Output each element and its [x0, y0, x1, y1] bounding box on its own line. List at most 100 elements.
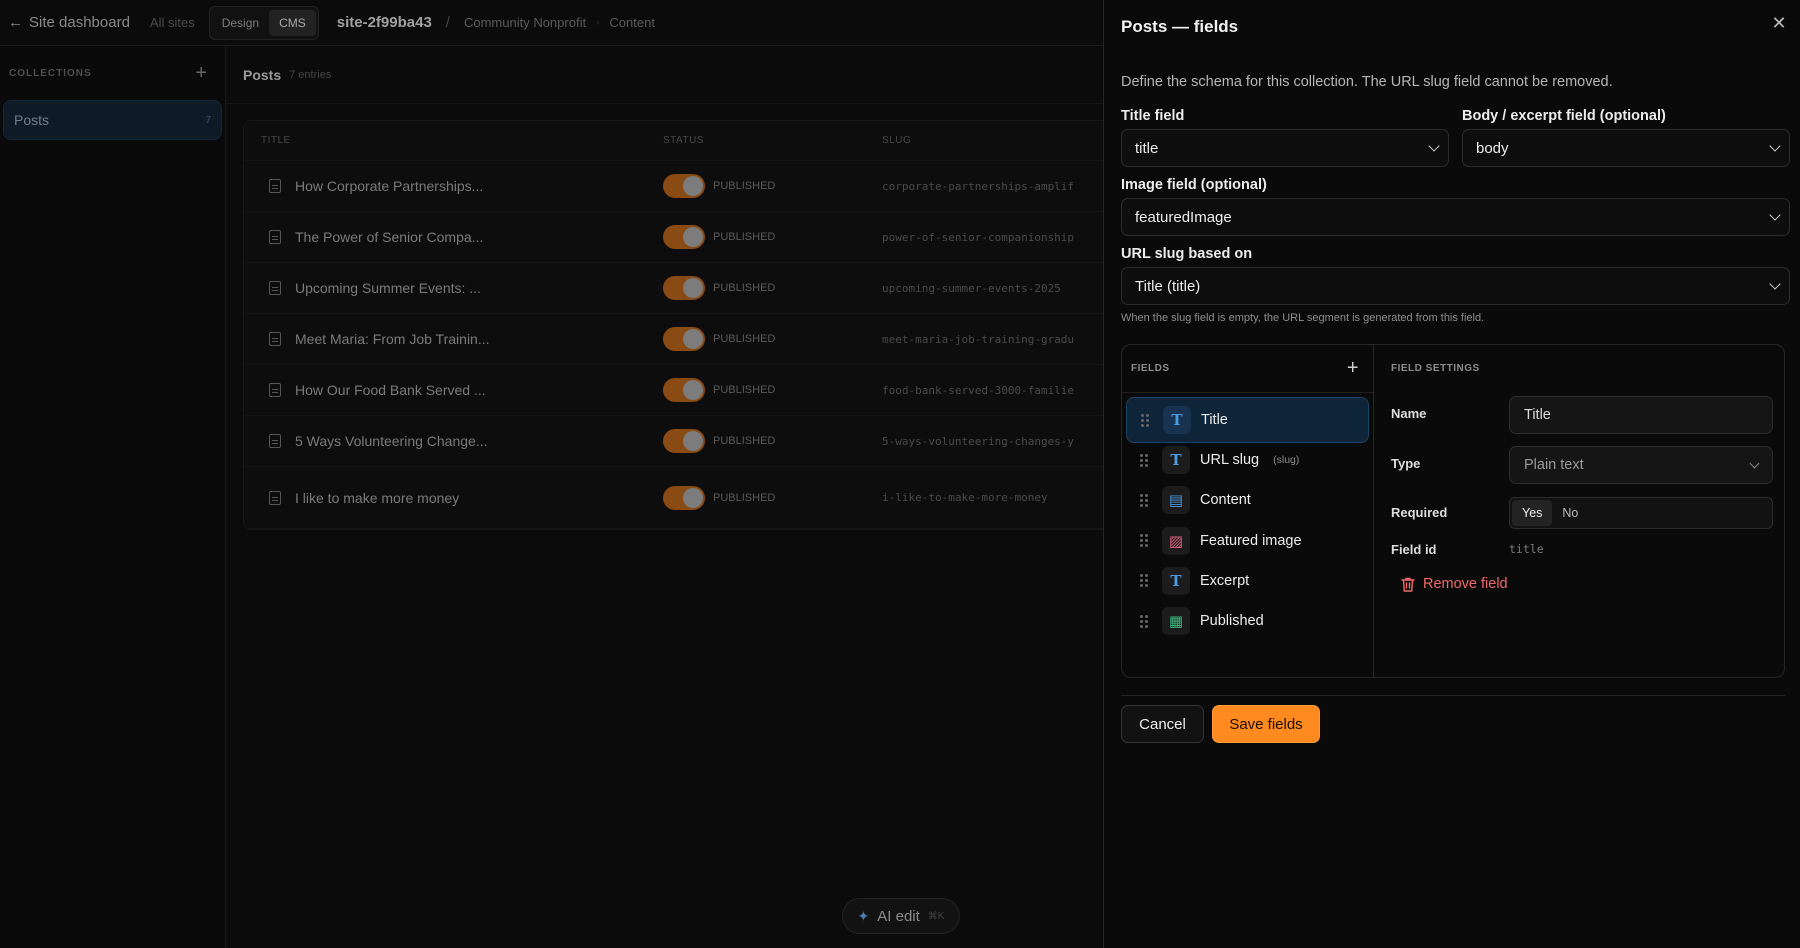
trash-icon	[1401, 577, 1415, 592]
publish-toggle[interactable]	[663, 429, 705, 453]
publish-toggle[interactable]	[663, 225, 705, 249]
cancel-button[interactable]: Cancel	[1121, 705, 1204, 743]
remove-field-button[interactable]: Remove field	[1391, 570, 1518, 598]
table-row[interactable]: I like to make more money PUBLISHED i-like…	[244, 467, 1122, 529]
field-item[interactable]: T Excerpt	[1126, 558, 1369, 604]
name-input[interactable]: Title	[1509, 396, 1773, 434]
remove-field-label: Remove field	[1423, 576, 1508, 592]
row-title-cell: The Power of Senior Compa...	[244, 229, 663, 245]
publish-toggle[interactable]	[663, 378, 705, 402]
name-label: Name	[1391, 406, 1427, 421]
chevron-down-icon	[1769, 209, 1781, 221]
field-item[interactable]: ▨ Featured image	[1126, 518, 1369, 564]
row-status: PUBLISHED	[713, 435, 776, 447]
mode-cms[interactable]: CMS	[269, 9, 316, 36]
save-fields-button[interactable]: Save fields	[1212, 705, 1320, 743]
table-row[interactable]: 5 Ways Volunteering Change... PUBLISHED 5-…	[244, 416, 1122, 467]
body-field-label: Body / excerpt field (optional)	[1462, 108, 1666, 124]
ai-edit-label: AI edit	[877, 907, 920, 925]
publish-toggle[interactable]	[663, 276, 705, 300]
drawer-title: Posts — fields	[1121, 17, 1239, 36]
type-select[interactable]: Plain text	[1509, 446, 1773, 484]
table-row[interactable]: Upcoming Summer Events: ... PUBLISHED upco…	[244, 263, 1122, 314]
row-title-cell: Upcoming Summer Events: ...	[244, 280, 663, 296]
back-link[interactable]: ← Site dashboard	[8, 14, 130, 31]
row-title-cell: Meet Maria: From Job Trainin...	[244, 331, 663, 347]
breadcrumb-site[interactable]: Community Nonprofit	[464, 15, 586, 30]
chevron-down-icon	[1769, 278, 1781, 290]
chevron-right-icon: ›	[596, 17, 600, 28]
entries-table: TITLE STATUS SLUG How Corporate Partners…	[243, 120, 1123, 530]
table-row[interactable]: The Power of Senior Compa... PUBLISHED pow…	[244, 212, 1122, 263]
row-status: PUBLISHED	[713, 282, 776, 294]
mode-switch: Design CMS	[208, 5, 319, 40]
all-sites-link[interactable]: All sites	[150, 15, 195, 30]
field-item[interactable]: T URL slug (slug)	[1126, 437, 1369, 483]
fields-drawer: Posts — fields ✕ Define the schema for t…	[1103, 0, 1800, 948]
field-settings: FIELD SETTINGS Name Title Type Plain tex…	[1375, 345, 1785, 677]
type-label: Type	[1391, 456, 1421, 471]
close-icon[interactable]: ✕	[1766, 10, 1792, 36]
sidebar-item-count: 7	[205, 114, 211, 126]
mode-design[interactable]: Design	[212, 10, 269, 36]
field-label: Content	[1200, 492, 1251, 509]
document-icon: ▤	[1162, 486, 1190, 515]
chevron-down-icon	[1749, 458, 1760, 468]
row-status: PUBLISHED	[713, 384, 776, 396]
row-title: How Our Food Bank Served ...	[295, 382, 486, 398]
name-value: Title	[1524, 407, 1551, 423]
publish-toggle[interactable]	[663, 174, 705, 198]
ai-edit-button[interactable]: ✦ AI edit ⌘K	[842, 898, 960, 934]
row-status-cell: PUBLISHED	[663, 429, 882, 453]
text-icon: T	[1163, 406, 1191, 434]
row-slug: i-like-to-make-more-money	[882, 491, 1048, 504]
image-field-select[interactable]: featuredImage	[1121, 198, 1790, 236]
collections-header: COLLECTIONS +	[0, 46, 225, 100]
field-item[interactable]: ▤ Content	[1126, 477, 1369, 523]
drag-handle-icon[interactable]	[1140, 493, 1148, 507]
column-status: STATUS	[663, 135, 704, 146]
fields-editor: FIELDS + T Title T URL slug (slug) ▤ Content ▨ F…	[1121, 344, 1785, 678]
required-yes[interactable]: Yes	[1512, 500, 1553, 526]
sidebar-item-posts[interactable]: Posts 7	[3, 100, 222, 140]
body-field-select[interactable]: body	[1462, 129, 1790, 167]
slug-based-select[interactable]: Title (title)	[1121, 267, 1790, 305]
row-title: 5 Ways Volunteering Change...	[295, 433, 488, 449]
add-collection-icon[interactable]: +	[195, 62, 208, 85]
drag-handle-icon[interactable]	[1140, 534, 1148, 548]
row-title-cell: How Corporate Partnerships...	[244, 178, 663, 194]
publish-toggle[interactable]	[663, 327, 705, 351]
table-row[interactable]: How Our Food Bank Served ... PUBLISHED foo…	[244, 365, 1122, 416]
publish-toggle[interactable]	[663, 485, 705, 510]
text-icon: T	[1162, 566, 1190, 595]
sidebar-item-label: Posts	[14, 112, 50, 128]
row-title-cell: I like to make more money	[244, 490, 663, 506]
cms-app: ← Site dashboard All sites Design CMS si…	[0, 0, 1123, 948]
document-icon	[269, 434, 281, 448]
slug-based-value: Title (title)	[1135, 277, 1201, 295]
fields-list: FIELDS + T Title T URL slug (slug) ▤ Content ▨ F…	[1122, 345, 1374, 677]
column-slug: SLUG	[882, 135, 912, 146]
text-icon: T	[1162, 446, 1190, 475]
document-icon	[269, 281, 281, 295]
row-title: The Power of Senior Compa...	[295, 229, 484, 245]
site-id: site-2f99ba43	[336, 14, 432, 31]
table-row[interactable]: Meet Maria: From Job Trainin... PUBLISHED…	[244, 314, 1122, 365]
drag-handle-icon[interactable]	[1140, 574, 1148, 588]
add-field-icon[interactable]: +	[1347, 357, 1359, 380]
field-settings-heading: FIELD SETTINGS	[1391, 363, 1480, 374]
row-status: PUBLISHED	[713, 333, 776, 345]
required-no[interactable]: No	[1552, 500, 1588, 526]
title-field-select[interactable]: title	[1121, 129, 1449, 167]
field-item[interactable]: ▦ Published	[1126, 598, 1369, 644]
drag-handle-icon[interactable]	[1140, 453, 1148, 467]
entries-count: 7 entries	[289, 68, 332, 81]
collections-heading: COLLECTIONS	[9, 67, 92, 79]
field-item[interactable]: T Title	[1126, 397, 1369, 443]
document-icon	[269, 332, 281, 346]
field-label: Featured image	[1200, 532, 1302, 549]
drag-handle-icon[interactable]	[1141, 413, 1149, 427]
table-row[interactable]: How Corporate Partnerships... PUBLISHED co…	[244, 161, 1122, 212]
drag-handle-icon[interactable]	[1140, 614, 1148, 628]
row-title-cell: 5 Ways Volunteering Change...	[244, 433, 663, 449]
